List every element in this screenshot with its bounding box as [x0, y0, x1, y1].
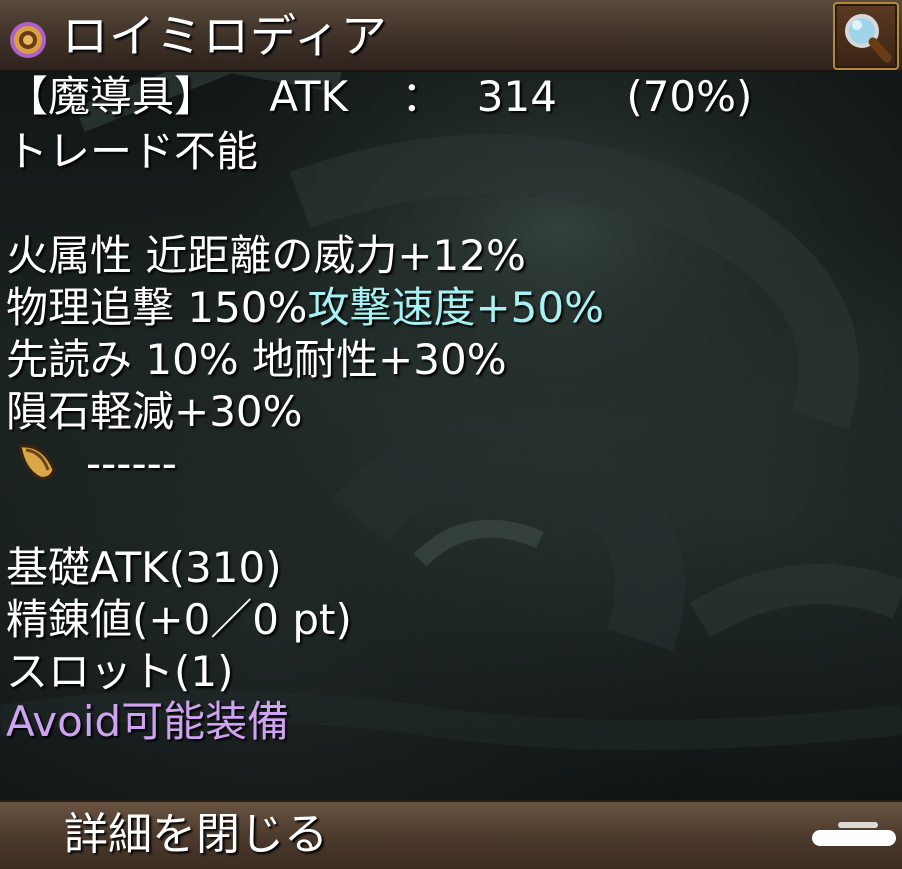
- atk-value: 314: [476, 72, 557, 121]
- card-slot-empty: ------: [86, 439, 177, 488]
- effect-line-3: 先読み 10% 地耐性+30%: [6, 335, 507, 384]
- effect-line-4: 隕石軽減+30%: [6, 387, 303, 436]
- item-detail-panel: ロイミロディア 【魔導具】 ATK ： 314 (70%) トレード不能 火属性…: [0, 0, 902, 869]
- atk-percent: (70%): [626, 72, 753, 121]
- trade-status: トレード不能: [6, 127, 259, 176]
- handle-mark: [838, 822, 878, 828]
- effect-line-1: 火属性 近距離の威力+12%: [6, 231, 526, 280]
- item-name: ロイミロディア: [62, 9, 388, 63]
- close-details-label: 詳細を閉じる: [64, 809, 328, 860]
- drag-handle[interactable]: [812, 830, 896, 846]
- effect-line-2-part-a: 物理追撃 150%: [6, 283, 308, 332]
- atk-separator: ：: [401, 72, 444, 121]
- purple-ring-gem-icon: [8, 20, 48, 60]
- title-bar: ロイミロディア: [0, 0, 902, 72]
- base-atk: 基礎ATK(310): [6, 543, 282, 592]
- refine-value: 精錬値(+0／0 pt): [6, 595, 352, 644]
- effect-line-2: 物理追撃 150% 攻撃速度+50%: [6, 280, 604, 336]
- slot-count: スロット(1): [6, 647, 234, 696]
- seed-card-icon: [14, 440, 62, 484]
- magnifier-button[interactable]: [833, 2, 899, 70]
- close-details-button[interactable]: 詳細を閉じる: [0, 800, 902, 869]
- effect-line-2-highlight: 攻撃速度+50%: [307, 283, 604, 332]
- avoid-equipment: Avoid可能装備: [6, 697, 290, 746]
- item-category: 【魔導具】: [6, 72, 217, 121]
- atk-line: 【魔導具】 ATK ： 314 (70%): [6, 69, 752, 125]
- magnifier-icon: [845, 14, 892, 63]
- atk-label: ATK: [269, 72, 349, 121]
